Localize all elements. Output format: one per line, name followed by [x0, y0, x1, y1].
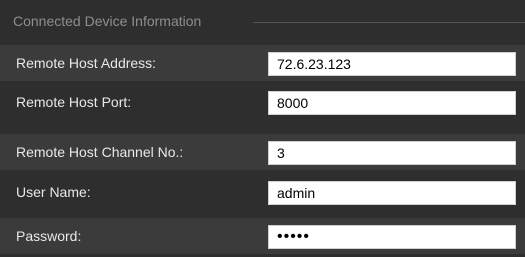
- group-header: Connected Device Information: [0, 0, 525, 40]
- remote-host-address-label: Remote Host Address:: [16, 55, 157, 71]
- row-remote-host-channel: Remote Host Channel No.:: [0, 134, 525, 170]
- group-divider: [253, 22, 525, 23]
- user-name-label: User Name:: [16, 184, 91, 200]
- remote-host-port-label: Remote Host Port:: [16, 94, 132, 110]
- remote-host-port-input[interactable]: [268, 91, 516, 115]
- group-title: Connected Device Information: [13, 13, 202, 29]
- remote-host-channel-label: Remote Host Channel No.:: [16, 144, 184, 160]
- password-input[interactable]: [268, 225, 516, 249]
- row-user-name: User Name:: [0, 174, 525, 210]
- remote-host-address-input[interactable]: [268, 52, 516, 76]
- remote-host-channel-input[interactable]: [268, 141, 516, 165]
- password-label: Password:: [16, 228, 82, 244]
- row-password: Password:: [0, 218, 525, 254]
- row-remote-host-port: Remote Host Port:: [0, 84, 525, 120]
- connected-device-panel: Connected Device Information Remote Host…: [0, 0, 525, 257]
- row-remote-host-address: Remote Host Address:: [0, 45, 525, 81]
- user-name-input[interactable]: [268, 181, 516, 205]
